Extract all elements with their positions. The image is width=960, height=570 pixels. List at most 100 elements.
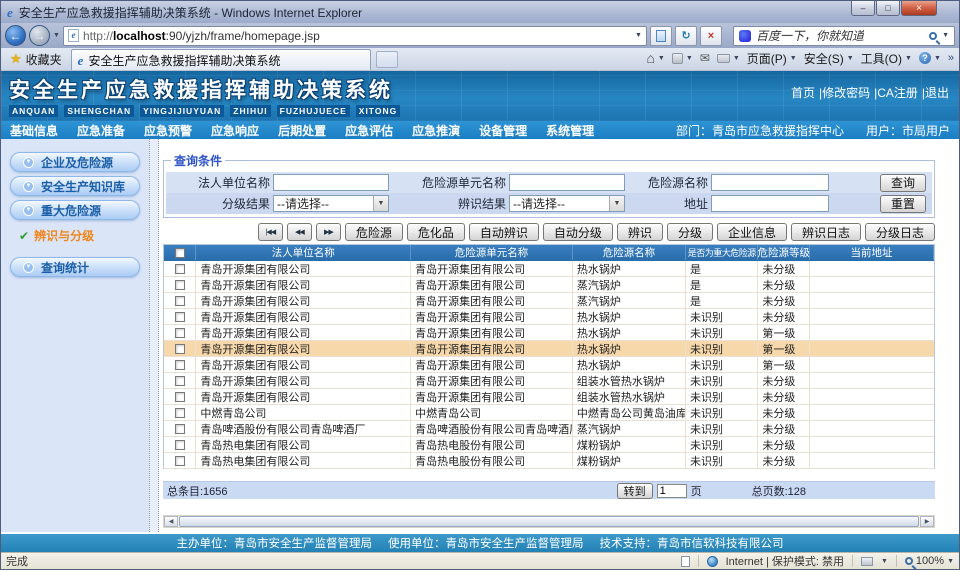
address-bar[interactable]: e http://localhost:90/yjzh/frame/homepag… [63,26,647,46]
maximize-button[interactable]: □ [876,1,900,16]
active-tab[interactable]: e 安全生产应急救援指挥辅助决策系统 [71,49,371,70]
header-link[interactable]: |CA注册 [874,84,918,101]
feeds-icon[interactable] [672,53,683,64]
sidebar-group-button[interactable]: ▼ 安全生产知识库 [10,176,140,196]
search-button[interactable]: 查询 [880,174,926,192]
address-input[interactable] [711,195,829,212]
back-button[interactable]: ← [5,25,26,46]
status-options-dropdown-icon[interactable]: ▼ [881,558,888,565]
mail-icon[interactable]: ✉ [700,51,710,65]
hazard-name-input[interactable] [711,174,829,191]
sidebar-group-button[interactable]: ▼ 查询统计 [10,257,140,277]
table-row[interactable]: 青岛开源集团有限公司 青岛开源集团有限公司 组装水管热水锅炉 未识别 未分级 [164,389,934,405]
goto-page-button[interactable]: 转到 [617,483,653,499]
row-checkbox[interactable] [175,392,185,402]
home-icon[interactable]: ⌂ [646,50,654,66]
new-tab-button[interactable] [376,51,398,68]
table-row[interactable]: 青岛开源集团有限公司 青岛开源集团有限公司 蒸汽锅炉 是 未分级 [164,293,934,309]
table-row[interactable]: 青岛开源集团有限公司 青岛开源集团有限公司 热水锅炉 是 未分级 [164,261,934,277]
scroll-right-icon[interactable]: ▶ [920,516,934,527]
toolbar-button[interactable]: 辨识日志 [791,223,861,241]
menu-item[interactable]: 基础信息 [10,122,58,139]
page-menu-dropdown-icon[interactable]: ▼ [790,55,797,62]
page-menu[interactable]: 页面(P) [747,50,787,67]
toolbar-button[interactable]: 危险源 [345,223,403,241]
page-number-input[interactable] [657,484,687,498]
hazard-unit-input[interactable] [509,174,625,191]
row-checkbox[interactable] [175,424,185,434]
reset-button[interactable]: 重置 [880,195,926,213]
favorites-button[interactable]: ★ 收藏夹 [6,49,66,69]
row-checkbox[interactable] [175,360,185,370]
sidebar-group-button[interactable]: ▼ 重大危险源 [10,200,140,220]
forward-button[interactable]: → [29,25,50,46]
table-row[interactable]: 中燃青岛公司 中燃青岛公司 中燃青岛公司黄岛油库锅炉 未识别 未分级 [164,405,934,421]
table-row[interactable]: 青岛开源集团有限公司 青岛开源集团有限公司 热水锅炉 未识别 第一级 [164,325,934,341]
tools-menu[interactable]: 工具(O) [861,50,902,67]
table-row[interactable]: 青岛开源集团有限公司 青岛开源集团有限公司 热水锅炉 未识别 未分级 [164,309,934,325]
search-options-dropdown-icon[interactable]: ▼ [942,32,949,39]
close-button[interactable]: × [901,1,937,16]
table-row[interactable]: 青岛开源集团有限公司 青岛开源集团有限公司 组装水管热水锅炉 未识别 未分级 [164,373,934,389]
home-dropdown-icon[interactable]: ▼ [658,55,665,62]
search-icon[interactable] [929,32,937,40]
scrollbar-thumb[interactable] [179,516,919,527]
scroll-left-icon[interactable]: ◀ [164,516,178,527]
stop-button[interactable]: × [700,26,722,46]
row-checkbox[interactable] [175,376,185,386]
row-checkbox[interactable] [175,456,185,466]
more-commands-icon[interactable]: » [948,52,954,64]
tools-menu-dropdown-icon[interactable]: ▼ [905,55,912,62]
menu-item[interactable]: 应急评估 [345,122,393,139]
sidebar-group-button[interactable]: ▼ 企业及危险源 [10,152,140,172]
toolbar-button[interactable]: 分级日志 [865,223,935,241]
table-row[interactable]: 青岛热电集团有限公司 青岛热电股份有限公司 煤粉锅炉 未识别 未分级 [164,437,934,453]
horizontal-scrollbar[interactable]: ◀ ▶ [163,515,935,528]
compatibility-view-button[interactable] [650,26,672,46]
recent-pages-dropdown-icon[interactable]: ▼ [53,32,60,39]
toolbar-button[interactable]: 危化品 [407,223,465,241]
row-checkbox[interactable] [175,344,185,354]
refresh-button[interactable]: ↻ [675,26,697,46]
help-icon[interactable]: ? [919,52,931,64]
toolbar-button[interactable]: 自动分级 [543,223,613,241]
menu-item[interactable]: 系统管理 [546,122,594,139]
pager-button[interactable]: ▶▶ [316,223,341,241]
row-checkbox[interactable] [175,328,185,338]
row-checkbox[interactable] [175,280,185,290]
search-box[interactable]: 百度一下，你就知道 ▼ [733,26,955,46]
row-checkbox[interactable] [175,264,185,274]
select-all-checkbox[interactable] [175,248,185,258]
pager-button[interactable]: |◀◀ [258,223,283,241]
legal-entity-input[interactable] [273,174,389,191]
print-icon[interactable] [717,54,730,63]
toolbar-button[interactable]: 辨识 [617,223,663,241]
toolbar-button[interactable]: 分级 [667,223,713,241]
menu-item[interactable]: 应急响应 [211,122,259,139]
header-link[interactable]: |修改密码 [819,84,870,101]
table-row[interactable]: 青岛开源集团有限公司 青岛开源集团有限公司 蒸汽锅炉 是 未分级 [164,277,934,293]
pager-button[interactable]: ◀◀ [287,223,312,241]
menu-item[interactable]: 应急准备 [77,122,125,139]
safety-menu[interactable]: 安全(S) [804,50,844,67]
toolbar-button[interactable]: 企业信息 [717,223,787,241]
menu-item[interactable]: 应急推演 [412,122,460,139]
help-dropdown-icon[interactable]: ▼ [934,55,941,62]
row-checkbox[interactable] [175,312,185,322]
row-checkbox[interactable] [175,296,185,306]
table-row[interactable]: 青岛啤酒股份有限公司青岛啤酒厂 青岛啤酒股份有限公司青岛啤酒厂 蒸汽锅炉 未识别… [164,421,934,437]
header-link[interactable]: 首页 [791,84,815,101]
address-dropdown-icon[interactable]: ▼ [635,32,642,39]
status-options-icon[interactable] [861,557,873,566]
table-row[interactable]: 青岛热电集团有限公司 青岛热电股份有限公司 煤粉锅炉 未识别 未分级 [164,453,934,469]
search-input[interactable]: 百度一下，你就知道 [756,27,864,44]
row-checkbox[interactable] [175,408,185,418]
header-link[interactable]: |退出 [922,84,949,101]
print-dropdown-icon[interactable]: ▼ [733,55,740,62]
toolbar-button[interactable]: 自动辨识 [469,223,539,241]
sidebar-splitter[interactable] [149,139,159,532]
table-row[interactable]: 青岛开源集团有限公司 青岛开源集团有限公司 热水锅炉 未识别 第一级 [164,357,934,373]
safety-menu-dropdown-icon[interactable]: ▼ [847,55,854,62]
zoom-control[interactable]: 100% ▼ [905,555,954,567]
table-row[interactable]: 青岛开源集团有限公司 青岛开源集团有限公司 热水锅炉 未识别 第一级 [164,341,934,357]
